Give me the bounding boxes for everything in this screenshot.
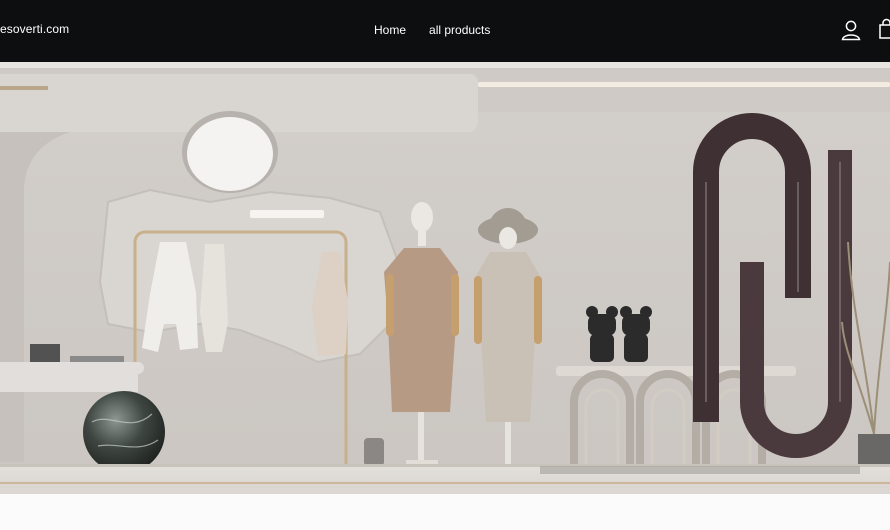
user-icon (841, 20, 861, 41)
account-button[interactable] (839, 18, 863, 42)
hero-banner (0, 62, 890, 494)
shopping-bag-icon (879, 18, 890, 39)
nav-home[interactable]: Home (374, 23, 406, 37)
boutique-display-image (0, 62, 890, 494)
cart-button[interactable] (877, 17, 890, 41)
main-nav: Home all products (374, 23, 490, 37)
site-header: esoverti.com Home all products (0, 0, 890, 62)
nav-all-products[interactable]: all products (429, 23, 490, 37)
site-brand[interactable]: esoverti.com (0, 22, 69, 36)
page-content-area (0, 494, 890, 530)
